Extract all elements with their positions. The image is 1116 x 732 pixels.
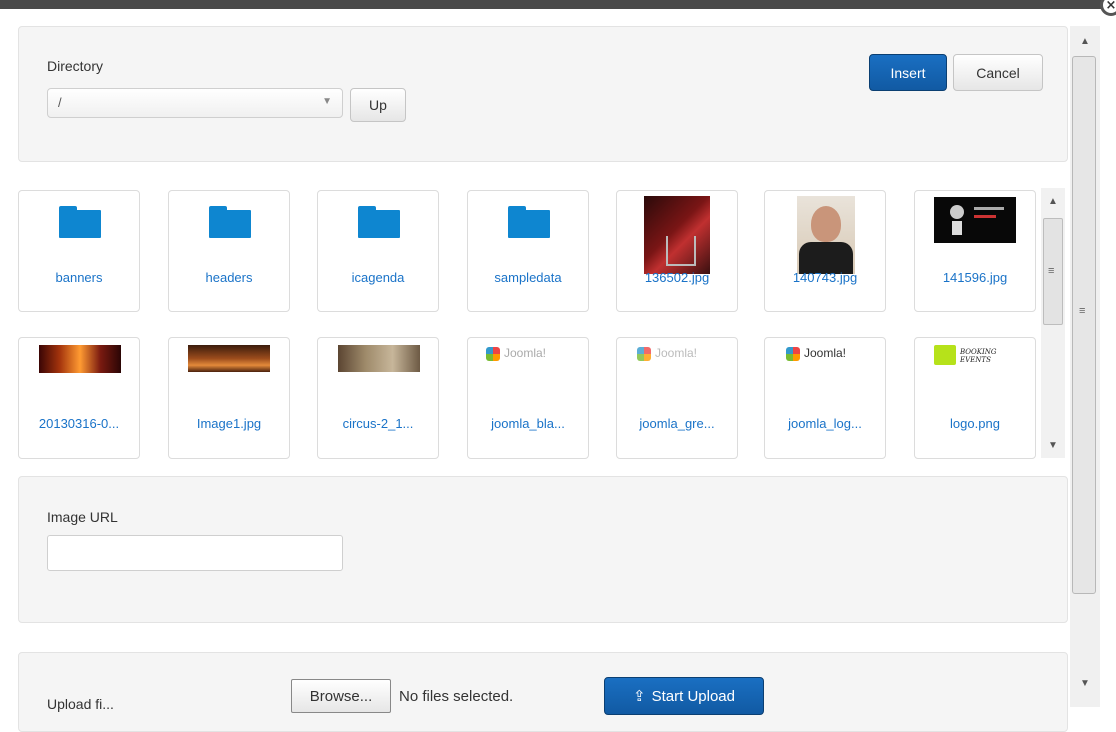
file-grid: banners headers icagenda sampledata 1365… (0, 180, 1070, 467)
file-name: Image1.jpg (196, 416, 262, 431)
upload-panel: Upload fi... Browse... No files selected… (18, 652, 1068, 732)
folder-icon (358, 206, 400, 238)
joomla-wordmark: Joomla! (655, 346, 698, 360)
file-tile-image1[interactable]: Image1.jpg (168, 337, 290, 459)
joomla-logo-thumbnail: Joomla! (486, 346, 572, 366)
up-button[interactable]: Up (350, 88, 406, 122)
file-tile-140743[interactable]: 140743.jpg (764, 190, 886, 312)
image-url-panel: Image URL (18, 476, 1068, 623)
chevron-down-icon: ▼ (322, 96, 332, 107)
scroll-up-icon[interactable]: ▲ (1075, 36, 1095, 47)
folder-icon (508, 206, 550, 238)
file-tile-136502[interactable]: 136502.jpg (616, 190, 738, 312)
folder-icon (209, 206, 251, 238)
logo-wordmark: BOOKING EVENTS (960, 348, 997, 364)
file-tile-headers[interactable]: headers (168, 190, 290, 312)
image-url-label: Image URL (47, 509, 118, 525)
file-tile-icagenda[interactable]: icagenda (317, 190, 439, 312)
file-tile-sampledata[interactable]: sampledata (467, 190, 589, 312)
start-upload-button[interactable]: ⇪ Start Upload (604, 677, 764, 715)
joomla-logo-icon (786, 347, 800, 361)
directory-value: / (58, 95, 62, 110)
scroll-up-icon[interactable]: ▲ (1043, 196, 1063, 207)
file-name: icagenda (351, 270, 405, 285)
file-tile-joomla-logo[interactable]: Joomla! joomla_log... (764, 337, 886, 459)
scrollbar-thumb[interactable]: ≡ (1072, 56, 1096, 594)
file-name: 136502.jpg (644, 270, 710, 285)
joomla-logo-thumbnail: Joomla! (637, 346, 723, 366)
file-tile-banners[interactable]: banners (18, 190, 140, 312)
upload-icon: ⇪ (633, 688, 646, 705)
directory-label: Directory (47, 58, 104, 74)
window-scrollbar[interactable]: ▲ ≡ ▼ (1070, 26, 1100, 707)
file-name: joomla_log... (788, 416, 862, 431)
file-name: banners (55, 270, 103, 285)
window-top-border (0, 0, 1102, 9)
start-upload-label: Start Upload (651, 687, 735, 705)
image-thumbnail (797, 196, 855, 274)
file-tile-circus[interactable]: circus-2_1... (317, 337, 439, 459)
browse-button[interactable]: Browse... (291, 679, 391, 713)
scrollbar-thumb[interactable]: ≡ (1043, 218, 1063, 325)
file-name: logo.png (950, 416, 1000, 431)
no-files-text: No files selected. (399, 688, 514, 705)
insert-button[interactable]: Insert (869, 54, 947, 91)
image-url-input[interactable] (47, 535, 343, 571)
file-name: 140743.jpg (792, 270, 858, 285)
file-tile-joomla-black[interactable]: Joomla! joomla_bla... (467, 337, 589, 459)
joomla-wordmark: Joomla! (504, 346, 547, 360)
file-name: joomla_gre... (639, 416, 715, 431)
directory-panel: Directory / ▼ Up Insert Cancel (18, 26, 1068, 162)
close-icon[interactable]: × (1100, 0, 1116, 16)
file-name: joomla_bla... (491, 416, 565, 431)
logo-mark (934, 345, 956, 365)
image-thumbnail (934, 197, 1016, 243)
file-name: 141596.jpg (942, 270, 1008, 285)
joomla-logo-icon (486, 347, 500, 361)
scroll-down-icon[interactable]: ▼ (1075, 678, 1095, 689)
image-thumbnail (39, 345, 121, 373)
joomla-logo-icon (637, 347, 651, 361)
file-name: circus-2_1... (342, 416, 414, 431)
image-thumbnail (188, 345, 270, 372)
file-tile-20130316[interactable]: 20130316-0... (18, 337, 140, 459)
image-thumbnail (644, 196, 710, 274)
upload-label: Upload fi... (47, 696, 114, 712)
file-tile-141596[interactable]: 141596.jpg (914, 190, 1036, 312)
directory-select[interactable]: / ▼ (47, 88, 343, 118)
grip-icon: ≡ (1048, 265, 1055, 277)
cancel-button[interactable]: Cancel (953, 54, 1043, 91)
file-name: sampledata (494, 270, 562, 285)
scroll-down-icon[interactable]: ▼ (1043, 440, 1063, 451)
joomla-logo-thumbnail: Joomla! (786, 346, 872, 366)
file-tile-logo[interactable]: BOOKING EVENTS logo.png (914, 337, 1036, 459)
joomla-wordmark: Joomla! (804, 346, 847, 360)
file-tile-joomla-grey[interactable]: Joomla! joomla_gre... (616, 337, 738, 459)
file-grid-scrollbar[interactable]: ▲ ≡ ▼ (1041, 188, 1065, 458)
folder-icon (59, 206, 101, 238)
image-thumbnail: BOOKING EVENTS (934, 345, 1016, 367)
image-thumbnail (338, 345, 420, 372)
grip-icon: ≡ (1079, 305, 1086, 317)
file-name: 20130316-0... (38, 416, 120, 431)
file-name: headers (205, 270, 253, 285)
